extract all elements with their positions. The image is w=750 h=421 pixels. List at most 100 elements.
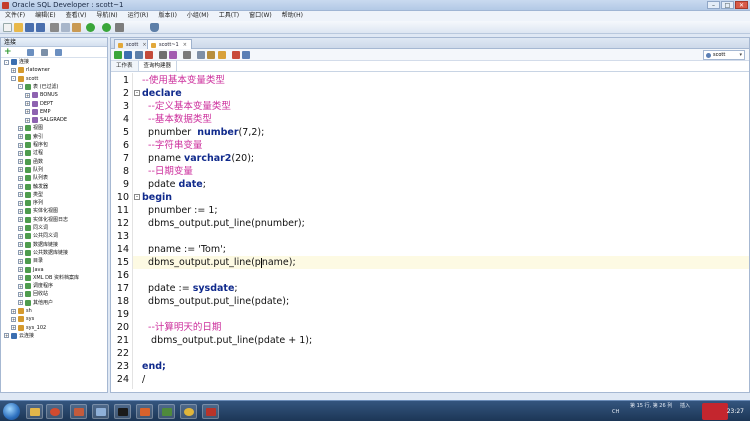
back-icon[interactable] bbox=[86, 23, 95, 32]
taskbar-media-button[interactable] bbox=[46, 404, 63, 419]
save-all-icon[interactable] bbox=[36, 23, 45, 32]
database-icon[interactable] bbox=[150, 23, 159, 32]
code-line[interactable]: --定义基本变量类型 bbox=[142, 100, 231, 113]
tree-node[interactable]: + XML DB 资料档案库 bbox=[18, 274, 79, 282]
tree-node[interactable]: + 程序包 bbox=[18, 141, 48, 149]
expand-toggle-icon[interactable]: + bbox=[18, 283, 23, 289]
tree-node[interactable]: + 公共数据库链接 bbox=[18, 249, 68, 257]
rollback-icon[interactable] bbox=[145, 51, 153, 59]
tree-node[interactable]: + BONUS bbox=[25, 91, 58, 99]
menu-item[interactable]: 运行(R) bbox=[123, 11, 154, 21]
clear-icon[interactable] bbox=[183, 51, 191, 59]
explain-plan-icon[interactable] bbox=[159, 51, 167, 59]
code-line[interactable]: begin bbox=[142, 191, 172, 204]
tree-node[interactable]: + DEPT bbox=[25, 100, 53, 108]
tree-node[interactable]: + 同义词 bbox=[18, 224, 48, 232]
expand-toggle-icon[interactable]: + bbox=[11, 316, 16, 322]
tree-node[interactable]: + 数据库链接 bbox=[18, 241, 58, 249]
taskbar-terminal-button[interactable] bbox=[114, 404, 131, 419]
unshared-icon[interactable] bbox=[207, 51, 215, 59]
close-tab-icon[interactable]: × bbox=[183, 42, 187, 48]
tree-node[interactable]: + 类型 bbox=[18, 191, 43, 199]
tree-node[interactable]: + 序列 bbox=[18, 199, 43, 207]
code-line[interactable]: dbms_output.put_line(pnumber); bbox=[142, 217, 305, 230]
code-line[interactable]: end; bbox=[142, 360, 166, 373]
expand-toggle-icon[interactable]: + bbox=[18, 233, 23, 239]
tree-node[interactable]: + 公共同义词 bbox=[18, 232, 58, 240]
tree-node[interactable]: - scott bbox=[11, 75, 38, 83]
code-line[interactable]: dbms_output.put_line(pname); bbox=[142, 256, 296, 269]
expand-toggle-icon[interactable]: + bbox=[18, 300, 23, 306]
taskbar-window-button[interactable] bbox=[92, 404, 109, 419]
code-line[interactable]: declare bbox=[142, 87, 182, 100]
taskbar-ppt-button[interactable] bbox=[136, 404, 153, 419]
debug-icon[interactable] bbox=[115, 23, 124, 32]
close-button[interactable]: ✕ bbox=[735, 1, 748, 9]
menu-item[interactable]: 查看(V) bbox=[61, 11, 92, 21]
tree-node[interactable]: + 云连接 bbox=[4, 332, 34, 340]
menu-item[interactable]: 编辑(E) bbox=[30, 11, 60, 21]
schema-browser-icon[interactable] bbox=[55, 49, 62, 56]
fold-toggle-icon[interactable]: - bbox=[134, 194, 140, 200]
code-line[interactable]: --字符串变量 bbox=[142, 139, 202, 152]
expand-toggle-icon[interactable]: + bbox=[18, 208, 23, 214]
menu-item[interactable]: 小组(M) bbox=[182, 11, 214, 21]
tree-node[interactable]: + rlatowner bbox=[11, 66, 50, 74]
fold-toggle-icon[interactable]: - bbox=[134, 90, 140, 96]
tree-node[interactable]: + 回收站 bbox=[18, 290, 48, 298]
expand-toggle-icon[interactable]: + bbox=[18, 250, 23, 256]
menu-item[interactable]: 窗口(W) bbox=[244, 11, 277, 21]
code-line[interactable]: --日期变量 bbox=[142, 165, 193, 178]
filter-icon[interactable] bbox=[41, 49, 48, 56]
connection-select[interactable]: scott ▾ bbox=[703, 50, 745, 60]
document-tab[interactable]: scott × bbox=[114, 39, 152, 49]
taskbar-sqldev-button[interactable] bbox=[70, 404, 87, 419]
expand-toggle-icon[interactable]: + bbox=[11, 308, 16, 314]
code-line[interactable]: --基本数据类型 bbox=[142, 113, 212, 126]
tuning-icon[interactable] bbox=[242, 51, 250, 59]
tree-node[interactable]: + 目录 bbox=[18, 257, 43, 265]
tree-node[interactable]: + 实体化视图 bbox=[18, 207, 58, 215]
run-script-icon[interactable] bbox=[124, 51, 132, 59]
expand-toggle-icon[interactable]: + bbox=[18, 125, 23, 131]
code-line[interactable]: pnumber number(7,2); bbox=[142, 126, 264, 139]
tree-node[interactable]: + 视图 bbox=[18, 124, 43, 132]
monitor-icon[interactable] bbox=[232, 51, 240, 59]
expand-toggle-icon[interactable]: + bbox=[18, 291, 23, 297]
menu-item[interactable]: 导航(N) bbox=[91, 11, 122, 21]
cut-icon[interactable] bbox=[50, 23, 59, 32]
commit-icon[interactable] bbox=[135, 51, 143, 59]
tree-node[interactable]: + sys bbox=[11, 315, 34, 323]
new-icon[interactable] bbox=[3, 23, 12, 32]
history-icon[interactable] bbox=[197, 51, 205, 59]
menu-item[interactable]: 帮助(H) bbox=[277, 11, 308, 21]
tree-node[interactable]: + 队列表 bbox=[18, 174, 48, 182]
expand-toggle-icon[interactable]: + bbox=[18, 217, 23, 223]
minimize-button[interactable]: – bbox=[707, 1, 720, 9]
expand-toggle-icon[interactable]: + bbox=[18, 184, 23, 189]
expand-toggle-icon[interactable]: + bbox=[18, 134, 23, 140]
add-connection-icon[interactable]: + bbox=[4, 48, 12, 57]
expand-toggle-icon[interactable]: + bbox=[25, 109, 30, 115]
code-line[interactable]: pname := 'Tom'; bbox=[142, 243, 226, 256]
code-line[interactable]: pdate date; bbox=[142, 178, 206, 191]
menu-item[interactable]: 工具(T) bbox=[214, 11, 244, 21]
expand-toggle-icon[interactable]: + bbox=[25, 101, 30, 106]
code-line[interactable]: dbms_output.put_line(pdate); bbox=[142, 295, 289, 308]
expand-toggle-icon[interactable]: + bbox=[18, 267, 23, 272]
expand-toggle-icon[interactable]: + bbox=[18, 142, 23, 148]
expand-toggle-icon[interactable]: + bbox=[25, 92, 30, 98]
taskbar-app-button[interactable] bbox=[158, 404, 175, 419]
taskbar-explorer-button[interactable] bbox=[26, 404, 43, 419]
start-button[interactable] bbox=[3, 403, 20, 420]
code-line[interactable]: pnumber := 1; bbox=[142, 204, 218, 217]
expand-toggle-icon[interactable]: - bbox=[4, 59, 9, 65]
tree-node[interactable]: + EMP bbox=[25, 108, 51, 116]
code-line[interactable]: / bbox=[142, 373, 145, 386]
tree-node[interactable]: + 索引 bbox=[18, 133, 43, 141]
tree-node[interactable]: + 过程 bbox=[18, 149, 43, 157]
document-tab[interactable]: scott~1 × bbox=[147, 39, 192, 49]
ime-indicator[interactable]: CH bbox=[612, 409, 619, 416]
save-icon[interactable] bbox=[25, 23, 34, 32]
expand-toggle-icon[interactable]: + bbox=[11, 67, 16, 73]
